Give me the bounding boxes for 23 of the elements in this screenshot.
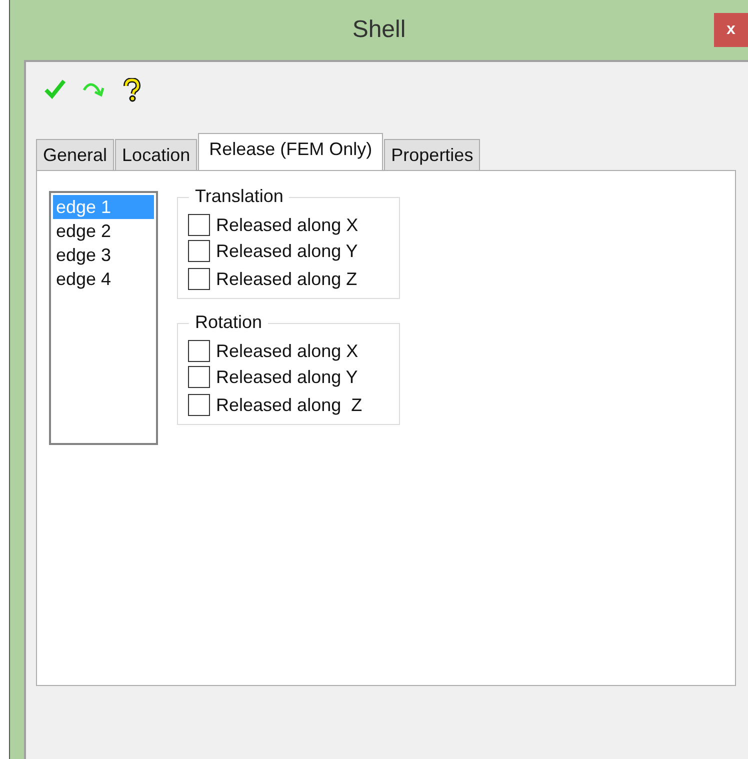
checkbox[interactable]: [188, 340, 210, 362]
checkbox-label: Released along Z: [216, 394, 362, 416]
list-item[interactable]: edge 3: [53, 243, 154, 267]
checkbox-label: Released along Y: [216, 240, 358, 262]
checkbox[interactable]: [188, 214, 210, 236]
list-item[interactable]: edge 4: [53, 267, 154, 291]
checkbox-label: Released along Y: [216, 366, 358, 388]
list-item[interactable]: edge 2: [53, 219, 154, 243]
checkbox-label: Released along X: [216, 214, 358, 236]
checkbox[interactable]: [188, 268, 210, 290]
checkbox[interactable]: [188, 366, 210, 388]
checkbox[interactable]: [188, 240, 210, 262]
check-icon[interactable]: [44, 78, 68, 102]
close-button[interactable]: x: [714, 13, 748, 47]
tab[interactable]: Release (FEM Only): [198, 133, 384, 170]
window-title: Shell: [352, 16, 406, 44]
checkbox-label: Released along X: [216, 340, 358, 362]
checkbox[interactable]: [188, 394, 210, 416]
checkbox-label: Released along Z: [216, 268, 358, 290]
tab[interactable]: General: [36, 139, 114, 170]
edge-list[interactable]: edge 1 edge 2 edge 3 edge 4: [49, 191, 158, 445]
tab[interactable]: Location: [115, 139, 198, 170]
tab[interactable]: Properties: [384, 139, 480, 170]
